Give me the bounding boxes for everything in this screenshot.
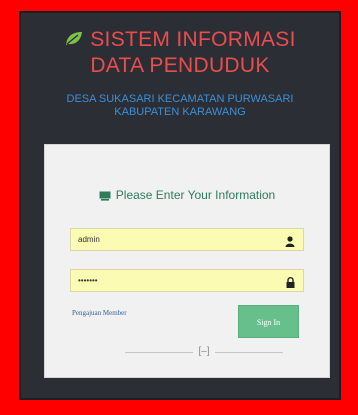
login-title-text: Please Enter Your Information (115, 188, 276, 202)
divider-label: [–] (198, 346, 210, 357)
user-icon (285, 234, 295, 255)
subtitle-line-1: DESA SUKASARI KECAMATAN PURWASARI (66, 93, 294, 105)
lock-icon (286, 275, 295, 296)
title-line-1: SISTEM INFORMASI (90, 28, 296, 51)
password-field[interactable]: ••••••• (70, 269, 304, 292)
login-panel: SISTEM INFORMASI DATA PENDUDUK DESA SUKA… (19, 11, 341, 400)
username-field[interactable]: admin (70, 228, 304, 251)
login-card-title: Please Enter Your Information (45, 188, 329, 204)
subtitle-line-2: KABUPATEN KARAWANG (114, 106, 246, 118)
login-card: Please Enter Your Information admin ••••… (44, 144, 330, 378)
keyboard-icon (99, 190, 111, 204)
divider-line-left (125, 352, 193, 353)
password-value: ••••••• (78, 276, 98, 285)
username-value: admin (78, 235, 100, 244)
app-title: SISTEM INFORMASI DATA PENDUDUK (21, 27, 339, 78)
sign-in-button[interactable]: Sign In (238, 305, 299, 338)
register-member-link[interactable]: Pengajuan Member (72, 309, 127, 317)
village-subtitle: DESA SUKASARI KECAMATAN PURWASARI KABUPA… (31, 93, 329, 119)
title-line-2: DATA PENDUDUK (90, 53, 270, 77)
leaf-icon (64, 28, 84, 53)
divider-line-right (215, 352, 283, 353)
